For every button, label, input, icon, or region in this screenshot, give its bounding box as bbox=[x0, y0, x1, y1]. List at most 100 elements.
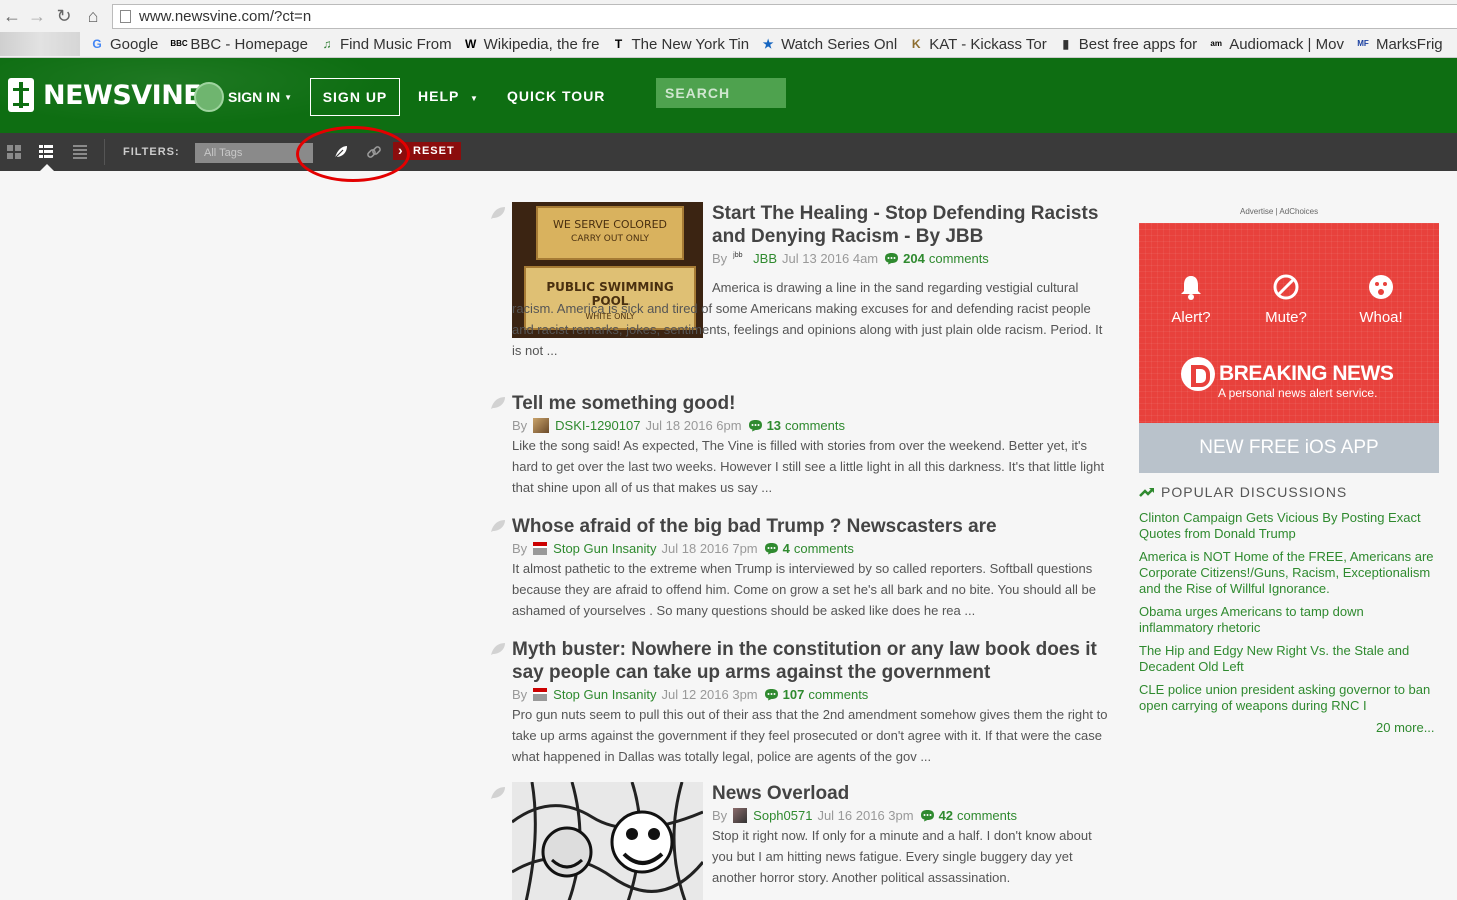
vine-logo-icon bbox=[8, 78, 34, 112]
leaf-icon bbox=[491, 207, 505, 219]
more-discussions-link[interactable]: 20 more... bbox=[1376, 720, 1435, 735]
browser-chrome: ← → ↻ ⌂ www.newsvine.com/?ct=n G Google BB… bbox=[0, 0, 1457, 58]
ad-cta-button[interactable]: NEW FREE iOS APP bbox=[1139, 423, 1439, 473]
comment-bubble-icon bbox=[764, 689, 778, 701]
link-filter-icon[interactable] bbox=[366, 144, 382, 160]
back-arrow-icon[interactable]: ← bbox=[2, 6, 22, 26]
author-link[interactable]: DSKI-1290107 bbox=[555, 418, 640, 433]
author-link[interactable]: Stop Gun Insanity bbox=[553, 687, 656, 702]
leaf-icon bbox=[491, 397, 505, 409]
popular-discussion-link[interactable]: CLE police union president asking govern… bbox=[1139, 682, 1439, 714]
mute-icon bbox=[1273, 274, 1299, 300]
post-date: Jul 18 2016 6pm bbox=[645, 418, 742, 433]
author-link[interactable]: JBB bbox=[753, 251, 777, 266]
newsvine-logo[interactable]: NEWSVINE bbox=[8, 78, 202, 112]
byline: By jbb JBB Jul 13 2016 4am 204 comments bbox=[712, 251, 1110, 266]
post-date: Jul 12 2016 3pm bbox=[661, 687, 758, 702]
reset-button[interactable]: RESET bbox=[393, 141, 461, 160]
selected-view-pointer bbox=[40, 164, 54, 171]
bookmark-item[interactable]: W Wikipedia, the fre bbox=[464, 36, 600, 53]
excerpt-text: America is drawing a line in the sand re… bbox=[512, 280, 1103, 358]
comment-bubble-icon bbox=[920, 810, 934, 822]
comment-count[interactable]: 4 bbox=[783, 541, 790, 556]
trending-up-icon bbox=[1139, 488, 1154, 497]
bookmark-item[interactable]: ▮ Best free apps for bbox=[1059, 36, 1197, 53]
author-avatar: jbb bbox=[733, 252, 743, 259]
ad-mute: Mute? bbox=[1241, 273, 1331, 326]
popular-discussion-link[interactable]: Clinton Campaign Gets Vicious By Posting… bbox=[1139, 510, 1439, 542]
comment-count[interactable]: 107 bbox=[783, 687, 805, 702]
sign-in-button[interactable]: SIGN IN ▼ bbox=[194, 82, 292, 112]
comment-count[interactable]: 42 bbox=[939, 808, 953, 823]
comments-link[interactable]: comments bbox=[794, 541, 854, 556]
popular-discussion-link[interactable]: Obama urges Americans to tamp down infla… bbox=[1139, 604, 1439, 636]
url-text: www.newsvine.com/?ct=n bbox=[139, 8, 312, 25]
author-avatar bbox=[733, 808, 748, 823]
list-view-icon[interactable] bbox=[39, 145, 53, 159]
post-date: Jul 16 2016 3pm bbox=[817, 808, 914, 823]
ad-mute-label: Mute? bbox=[1265, 309, 1307, 326]
breaking-news-ad[interactable]: Alert? Mute? Whoa! BREAKING NEWS A perso… bbox=[1139, 223, 1439, 473]
popular-discussion-link[interactable]: The Hip and Edgy New Right Vs. the Stale… bbox=[1139, 643, 1439, 675]
grid-view-icon[interactable] bbox=[7, 145, 21, 159]
tags-filter-input[interactable] bbox=[195, 143, 313, 163]
list-item: Myth buster: Nowhere in the constitution… bbox=[490, 638, 1110, 767]
watch-series-icon: ★ bbox=[762, 37, 774, 51]
address-bar[interactable]: www.newsvine.com/?ct=n bbox=[112, 4, 1457, 29]
comment-bubble-icon bbox=[764, 543, 778, 555]
bookmark-item[interactable]: K KAT - Kickass Tor bbox=[909, 36, 1047, 53]
sign-in-label: SIGN IN bbox=[228, 89, 281, 105]
comments-link[interactable]: comments bbox=[808, 687, 868, 702]
compact-view-icon[interactable] bbox=[73, 145, 87, 159]
article-title[interactable]: Start The Healing - Stop Defending Racis… bbox=[712, 202, 1110, 248]
advertise-label[interactable]: Advertise | AdChoices bbox=[1240, 207, 1318, 216]
reload-icon[interactable]: ↻ bbox=[54, 6, 74, 26]
author-link[interactable]: Soph0571 bbox=[753, 808, 812, 823]
home-icon[interactable]: ⌂ bbox=[83, 6, 103, 26]
help-menu[interactable]: HELP ▼ bbox=[418, 88, 479, 104]
bookmark-item[interactable]: am Audiomack | Mov bbox=[1209, 36, 1344, 53]
bbc-icon: BBC bbox=[170, 39, 188, 48]
author-avatar bbox=[533, 418, 550, 433]
bookmark-label: Best free apps for bbox=[1078, 35, 1198, 53]
search-input[interactable] bbox=[656, 78, 786, 108]
by-label: By bbox=[512, 541, 528, 556]
list-item: Whose afraid of the big bad Trump ? News… bbox=[490, 515, 1110, 621]
comment-count[interactable]: 204 bbox=[903, 251, 925, 266]
bookmark-label: The New York Tin bbox=[631, 35, 750, 53]
comments-link[interactable]: comments bbox=[929, 251, 989, 266]
quick-tour-link[interactable]: QUICK TOUR bbox=[507, 88, 605, 104]
leaf-filter-icon[interactable] bbox=[333, 144, 349, 160]
logo-text: NEWSVINE bbox=[43, 79, 202, 111]
bookmark-label: Google bbox=[110, 35, 159, 53]
bookmark-item[interactable]: G Google bbox=[90, 36, 158, 53]
byline: By DSKI-1290107 Jul 18 2016 6pm 13 comme… bbox=[512, 418, 1110, 433]
avatar bbox=[194, 82, 224, 112]
article-title[interactable]: Myth buster: Nowhere in the constitution… bbox=[512, 638, 1110, 684]
help-label: HELP bbox=[418, 88, 460, 104]
comment-count[interactable]: 13 bbox=[767, 418, 781, 433]
article-thumbnail[interactable] bbox=[512, 782, 703, 900]
bookmark-label: Find Music From bbox=[339, 35, 452, 53]
bookmark-item[interactable]: MF MarksFrig bbox=[1356, 36, 1442, 53]
article-title[interactable]: Whose afraid of the big bad Trump ? News… bbox=[512, 515, 1110, 538]
comment-bubble-icon bbox=[885, 253, 899, 265]
comments-link[interactable]: comments bbox=[957, 808, 1017, 823]
forward-arrow-icon[interactable]: → bbox=[27, 6, 47, 26]
leaf-icon bbox=[491, 643, 505, 655]
sign-up-button[interactable]: SIGN UP bbox=[310, 78, 400, 116]
article-title[interactable]: News Overload bbox=[712, 782, 1110, 805]
bookmark-item[interactable]: T The New York Tin bbox=[612, 35, 750, 53]
article-excerpt: America is drawing a line in the sand re… bbox=[512, 277, 1110, 361]
bookmark-item[interactable]: ♫ Find Music From bbox=[320, 35, 452, 53]
filters-label: FILTERS: bbox=[123, 146, 180, 158]
bookmark-item[interactable]: ★ Watch Series Onl bbox=[761, 36, 898, 53]
comments-link[interactable]: comments bbox=[785, 418, 845, 433]
caret-down-icon: ▼ bbox=[284, 92, 293, 102]
article-title[interactable]: Tell me something good! bbox=[512, 392, 1110, 415]
author-link[interactable]: Stop Gun Insanity bbox=[553, 541, 656, 556]
list-item: News Overload By Soph0571 Jul 16 2016 3p… bbox=[490, 782, 1110, 900]
bookmark-label: Audiomack | Mov bbox=[1229, 35, 1344, 53]
bookmark-item[interactable]: BBC BBC - Homepage bbox=[170, 36, 308, 53]
popular-discussion-link[interactable]: America is NOT Home of the FREE, America… bbox=[1139, 549, 1439, 597]
